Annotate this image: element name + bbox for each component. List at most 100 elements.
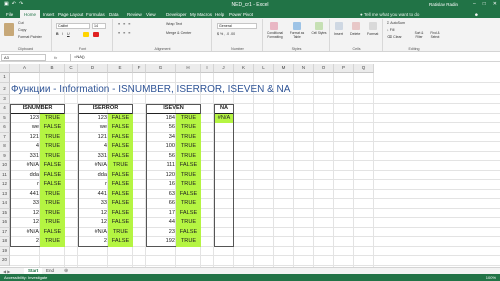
status-text[interactable]: Accessibility: Investigate: [4, 275, 47, 280]
value-cell[interactable]: r: [10, 180, 40, 190]
row-header[interactable]: 4: [0, 104, 10, 114]
result-cell[interactable]: FALSE: [108, 189, 133, 199]
value-cell[interactable]: 12: [78, 218, 108, 228]
value-cell[interactable]: 16: [146, 180, 176, 190]
tab-home[interactable]: Home: [20, 10, 41, 18]
tell-me-box[interactable]: ● Tell me what you want to do: [356, 10, 423, 18]
value-cell[interactable]: 111: [146, 161, 176, 171]
value-cell[interactable]: 121: [78, 133, 108, 143]
column-header[interactable]: K: [234, 64, 254, 73]
format-as-table-button[interactable]: Format as Table: [287, 31, 307, 39]
share-icon[interactable]: ☻: [470, 10, 483, 18]
column-header[interactable]: J: [214, 64, 234, 73]
value-cell[interactable]: 66: [146, 199, 176, 209]
column-header[interactable]: M: [274, 64, 294, 73]
name-box[interactable]: A3: [1, 54, 46, 61]
value-cell[interactable]: 56: [146, 123, 176, 133]
conditional-formatting-button[interactable]: Conditional Formatting: [265, 31, 285, 39]
column-header[interactable]: A: [10, 64, 40, 73]
sort-filter-button[interactable]: Sort & Filter: [412, 31, 426, 39]
row-header[interactable]: 12: [0, 180, 10, 190]
value-cell[interactable]: 100: [146, 142, 176, 152]
autosum-button[interactable]: Σ AutoSum: [387, 21, 405, 25]
value-cell[interactable]: 192: [146, 237, 176, 247]
row-header[interactable]: 5: [0, 113, 10, 123]
close-icon[interactable]: ✕: [493, 1, 497, 7]
result-cell[interactable]: FALSE: [108, 123, 133, 133]
font-name-select[interactable]: Calibri: [56, 23, 90, 29]
result-cell[interactable]: FALSE: [40, 123, 65, 133]
result-cell[interactable]: FALSE: [108, 180, 133, 190]
font-size-select[interactable]: 14: [92, 23, 106, 29]
value-cell[interactable]: 17: [146, 209, 176, 219]
result-cell[interactable]: FALSE: [108, 199, 133, 209]
fill-color-icon[interactable]: [83, 32, 89, 37]
align-icons[interactable]: ≡ ≡ ≡: [118, 22, 131, 26]
delete-cells-icon[interactable]: [352, 22, 360, 30]
value-cell[interactable]: 33: [78, 199, 108, 209]
value-cell[interactable]: 2: [78, 237, 108, 247]
number-format-select[interactable]: General: [217, 23, 257, 29]
column-header[interactable]: B: [40, 64, 65, 73]
result-cell[interactable]: TRUE: [176, 170, 201, 180]
result-cell[interactable]: FALSE: [108, 170, 133, 180]
format-as-table-icon[interactable]: [293, 22, 301, 30]
result-cell[interactable]: TRUE: [176, 151, 201, 161]
clear-button[interactable]: ⌫ Clear: [387, 35, 402, 39]
value-cell[interactable]: 121: [10, 133, 40, 143]
row-header[interactable]: 19: [0, 246, 10, 256]
column-header[interactable]: Q: [354, 64, 374, 73]
result-cell[interactable]: FALSE: [176, 161, 201, 171]
result-cell[interactable]: FALSE: [108, 132, 133, 142]
value-cell[interactable]: dda: [10, 171, 40, 181]
result-cell[interactable]: FALSE: [40, 227, 65, 237]
tab-view[interactable]: View: [142, 10, 160, 18]
wrap-text-button[interactable]: Wrap Text: [166, 22, 182, 26]
italic-icon[interactable]: I: [62, 32, 63, 36]
column-header[interactable]: E: [108, 64, 133, 73]
row-header[interactable]: 2: [0, 82, 10, 95]
row-header[interactable]: 14: [0, 199, 10, 209]
row-header[interactable]: 1: [0, 73, 10, 83]
value-cell[interactable]: 44: [146, 218, 176, 228]
result-cell[interactable]: FALSE: [108, 218, 133, 228]
column-header[interactable]: C: [65, 64, 78, 73]
value-cell[interactable]: 23: [146, 228, 176, 238]
result-cell[interactable]: TRUE: [176, 180, 201, 190]
value-cell[interactable]: 33: [10, 199, 40, 209]
tab-data[interactable]: Data: [105, 10, 123, 18]
format-button[interactable]: Format: [367, 32, 378, 36]
result-cell[interactable]: TRUE: [40, 199, 65, 209]
value-cell[interactable]: #N/A: [10, 228, 40, 238]
value-cell[interactable]: 331: [10, 152, 40, 162]
result-cell[interactable]: TRUE: [40, 132, 65, 142]
paste-icon[interactable]: [4, 23, 14, 36]
result-cell[interactable]: FALSE: [108, 113, 133, 123]
value-cell[interactable]: r: [78, 180, 108, 190]
result-cell[interactable]: FALSE: [176, 208, 201, 218]
value-cell[interactable]: #N/A: [78, 228, 108, 238]
merge-center-button[interactable]: Merge & Center: [166, 31, 191, 35]
result-cell[interactable]: TRUE: [176, 199, 201, 209]
result-cell[interactable]: TRUE: [176, 123, 201, 133]
row-header[interactable]: 17: [0, 227, 10, 237]
fill-button[interactable]: ↓ Fill: [387, 28, 394, 32]
value-cell[interactable]: #N/A: [10, 161, 40, 171]
result-cell[interactable]: FALSE: [40, 161, 65, 171]
column-header[interactable]: D: [78, 64, 108, 73]
cut-button[interactable]: Cut: [18, 21, 24, 25]
find-select-button[interactable]: Find & Select: [428, 31, 442, 39]
insert-button[interactable]: Insert: [334, 32, 343, 36]
column-header[interactable]: I: [201, 64, 214, 73]
row-header[interactable]: 20: [0, 256, 10, 266]
row-header[interactable]: 11: [0, 170, 10, 180]
value-cell[interactable]: 441: [10, 190, 40, 200]
value-cell[interactable]: 4: [10, 142, 40, 152]
column-header[interactable]: F: [133, 64, 146, 73]
value-cell[interactable]: 331: [78, 152, 108, 162]
value-cell[interactable]: 4: [78, 142, 108, 152]
result-cell[interactable]: TRUE: [40, 208, 65, 218]
select-all-corner[interactable]: [0, 64, 10, 73]
result-cell[interactable]: TRUE: [176, 142, 201, 152]
result-cell[interactable]: TRUE: [40, 142, 65, 152]
